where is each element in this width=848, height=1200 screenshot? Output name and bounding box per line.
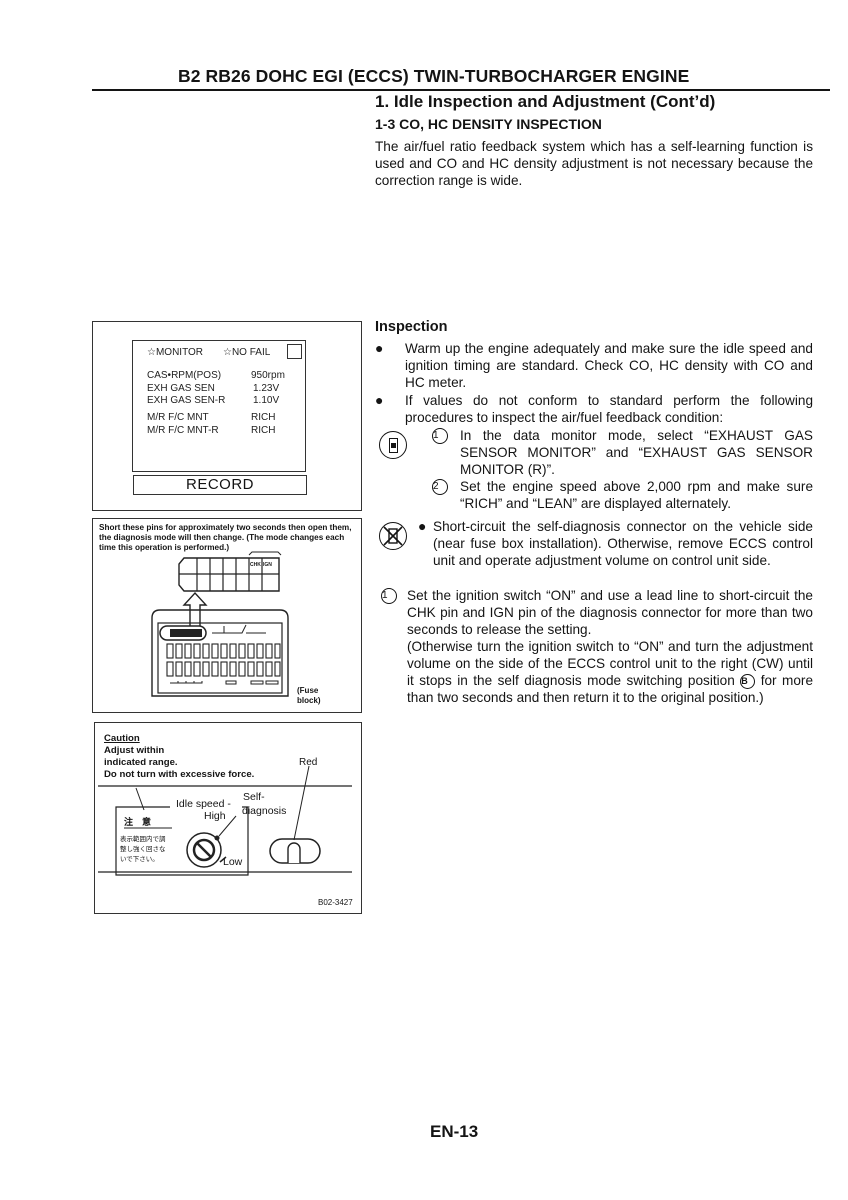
monitor-row-value: 1.10V xyxy=(253,395,280,406)
self-label: Self- xyxy=(243,791,265,803)
bullet-text: Short-circuit the self-diagnosis connect… xyxy=(433,519,813,568)
inspection-bullet: ● If values do not conform to standard p… xyxy=(375,392,813,426)
monitor-row: M/R F/C MNT xyxy=(147,412,209,423)
step-text-alt: (Otherwise turn the ignition switch to “… xyxy=(407,638,813,706)
monitor-row-value: 1.23V xyxy=(253,383,280,394)
monitor-row: CAS•RPM(POS) xyxy=(147,370,221,381)
chk-pin-label: CHK xyxy=(250,562,261,568)
inspection-bullet: ● Warm up the engine adequately and make… xyxy=(375,340,813,391)
monitor-row-value: RICH xyxy=(251,425,276,436)
no-tool-bullet: ● Short-circuit the self-diagnosis conne… xyxy=(418,518,813,569)
high-label: High xyxy=(204,810,226,822)
page-number: EN-13 xyxy=(430,1122,479,1141)
fuse-block-diagram xyxy=(151,551,289,697)
monitor-row: M/R F/C MNT-R xyxy=(147,425,219,436)
pin-bracket xyxy=(248,551,282,556)
bullet-icon: ● xyxy=(375,340,384,356)
step-number-badge: 2 xyxy=(432,479,448,495)
step-number-badge: 1 xyxy=(432,428,448,444)
monitor-row-value: RICH xyxy=(251,412,276,423)
position-b-badge: B xyxy=(740,674,756,689)
monitor-checkbox[interactable] xyxy=(287,344,302,359)
header-rule xyxy=(92,89,830,91)
bullet-text: Warm up the engine adequately and make s… xyxy=(405,341,813,390)
bullet-icon: ● xyxy=(375,392,384,408)
monitor-row-value: 950rpm xyxy=(251,370,285,381)
ign-pin-label: IGN xyxy=(263,562,272,568)
jp-caution-line: いで下さい。 xyxy=(120,856,159,863)
monitor-row-label: EXH GAS SEN-R xyxy=(147,395,226,406)
monitor-row: EXH GAS SEN xyxy=(147,383,215,394)
consult-step: 1 In the data monitor mode, select “EXHA… xyxy=(432,427,813,478)
no-consult-icon xyxy=(379,522,407,550)
fuse-block-label: block) xyxy=(297,696,321,705)
step-text: Set the ignition switch “ON” and use a l… xyxy=(407,588,813,637)
monitor-row-label: M/R F/C MNT xyxy=(147,412,209,423)
fuse-block-label: (Fuse xyxy=(297,686,319,695)
step-number-badge: 1 xyxy=(381,588,397,604)
idle-speed-label: Idle speed - xyxy=(176,798,231,810)
monitor-row-label: EXH GAS SEN xyxy=(147,383,215,394)
step-text: Set the engine speed above 2,000 rpm and… xyxy=(460,479,813,511)
monitor-row-label: CAS•RPM(POS) xyxy=(147,370,222,381)
subsection-title: 1-3 CO, HC DENSITY INSPECTION xyxy=(375,116,602,132)
bullet-text: If values do not conform to standard per… xyxy=(405,393,813,425)
inspection-heading: Inspection xyxy=(375,319,448,335)
step-text: In the data monitor mode, select “EXHAUS… xyxy=(460,428,813,477)
figure-id: B02-3427 xyxy=(318,898,353,907)
diagnosis-label: diagnosis xyxy=(242,805,287,817)
monitor-mode-label: ☆MONITOR xyxy=(147,347,204,358)
section-title: 1. Idle Inspection and Adjustment (Cont’… xyxy=(375,92,716,111)
monitor-row-label: M/R F/C MNT-R xyxy=(147,425,219,436)
jp-caution-line: 整し強く回さな xyxy=(120,846,166,853)
monitor-screen: ☆MONITOR ☆NO FAIL CAS•RPM(POS) 950rpm EX… xyxy=(132,340,306,472)
jp-caution-title: 注 意 xyxy=(124,817,152,827)
no-fail-label: ☆NO FAIL xyxy=(223,347,271,358)
bullet-icon: ● xyxy=(418,518,427,534)
jp-caution-line: 表示範囲内で調 xyxy=(120,836,166,843)
manual-header-title: B2 RB26 DOHC EGI (ECCS) TWIN-TURBOCHARGE… xyxy=(178,66,690,86)
monitor-row: EXH GAS SEN-R xyxy=(147,395,225,406)
intro-paragraph: The air/fuel ratio feedback system which… xyxy=(375,139,813,188)
consult-step: 2 Set the engine speed above 2,000 rpm a… xyxy=(432,478,813,512)
procedure-step-1: 1 Set the ignition switch “ON” and use a… xyxy=(381,587,813,706)
record-button[interactable]: RECORD xyxy=(133,475,307,495)
consult-tester-icon xyxy=(379,431,407,459)
low-label: Low xyxy=(223,856,243,868)
